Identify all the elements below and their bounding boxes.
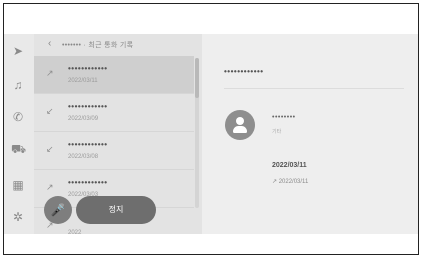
call-item-name: •••••••••••• bbox=[68, 178, 108, 187]
outgoing-call-icon: ↗ bbox=[46, 68, 54, 78]
incoming-call-icon: ↙ bbox=[46, 144, 54, 154]
microphone-button[interactable]: 🎤 bbox=[44, 196, 72, 224]
phone-icon[interactable]: ✆ bbox=[11, 110, 25, 124]
incoming-call-icon: ↙ bbox=[46, 106, 54, 116]
apps-icon[interactable]: ▦ bbox=[11, 178, 25, 192]
screen-frame: ➤ ♫ ✆ ⛟ ▦ ✲ ‹ ••••••• · 최근 통화 기록 ↗ •••••… bbox=[3, 3, 419, 255]
infotainment-screen: ➤ ♫ ✆ ⛟ ▦ ✲ ‹ ••••••• · 최근 통화 기록 ↗ •••••… bbox=[4, 34, 418, 234]
call-item-date: 2022/03/11 bbox=[68, 78, 98, 84]
call-list-item[interactable]: ↙ •••••••••••• 2022/03/09 bbox=[34, 94, 194, 132]
person-icon-body bbox=[233, 126, 247, 133]
call-history-title: ••••••• · 최근 통화 기록 bbox=[62, 42, 134, 49]
navigation-icon[interactable]: ➤ bbox=[11, 44, 25, 58]
call-list-item[interactable]: ↗ •••••••••••• 2022/03/11 bbox=[34, 56, 194, 94]
call-history-header: ‹ ••••••• · 최근 통화 기록 bbox=[34, 34, 202, 56]
call-date: 2022/03/11 bbox=[272, 162, 307, 169]
scrollbar-thumb[interactable] bbox=[195, 58, 199, 98]
call-item-name: •••••••••••• bbox=[68, 140, 108, 149]
call-item-name: •••••••••••• bbox=[68, 64, 108, 73]
call-detail-panel: •••••••••••• •••••••• 기타 2022/03/11 ↗ 20… bbox=[202, 34, 418, 234]
call-entry[interactable]: ↗ 2022/03/11 bbox=[272, 178, 308, 185]
car-icon[interactable]: ⛟ bbox=[11, 142, 26, 156]
call-entry-time: 2022/03/11 bbox=[278, 179, 309, 185]
call-list-item[interactable]: ↙ •••••••••••• 2022/03/08 bbox=[34, 132, 194, 170]
person-icon-head bbox=[236, 117, 244, 125]
action-button[interactable]: 정지 bbox=[76, 196, 156, 224]
divider bbox=[224, 88, 404, 89]
outgoing-call-icon: ↗ bbox=[46, 182, 54, 192]
contact-type: 기타 bbox=[272, 129, 282, 135]
list-scrollbar[interactable] bbox=[195, 58, 199, 208]
call-item-date: 2022 bbox=[68, 230, 82, 234]
detail-title: •••••••••••• bbox=[224, 67, 264, 76]
settings-icon[interactable]: ✲ bbox=[11, 210, 25, 224]
side-rail: ➤ ♫ ✆ ⛟ ▦ ✲ bbox=[4, 34, 34, 234]
call-item-date: 2022/03/08 bbox=[68, 154, 99, 160]
music-icon[interactable]: ♫ bbox=[11, 78, 25, 92]
call-item-name: •••••••••••• bbox=[68, 102, 108, 111]
contact-name: •••••••• bbox=[272, 114, 296, 121]
outgoing-call-icon: ↗ bbox=[272, 179, 278, 185]
call-item-date: 2022/03/09 bbox=[68, 116, 99, 122]
avatar bbox=[225, 110, 255, 140]
back-icon[interactable]: ‹ bbox=[48, 38, 51, 49]
action-button-label: 정지 bbox=[108, 205, 124, 214]
microphone-icon: 🎤 bbox=[50, 203, 66, 217]
